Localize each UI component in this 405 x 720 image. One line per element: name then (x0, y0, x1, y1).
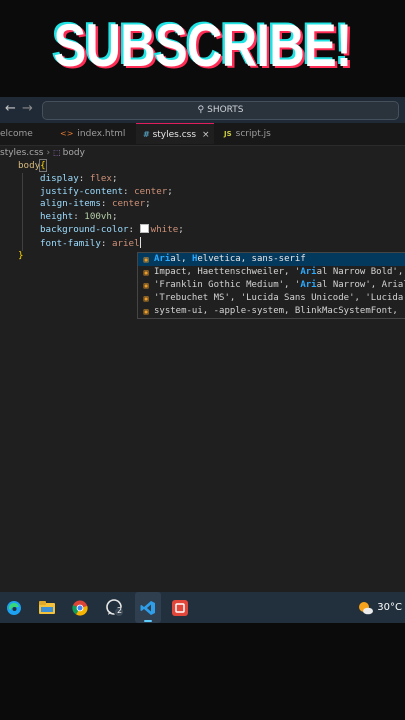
value-icon: ▣ (143, 294, 149, 303)
arrow-right-icon[interactable]: → (22, 101, 33, 116)
tab-label: index.html (77, 129, 126, 139)
code-line-3: justify-content: center; (40, 185, 173, 197)
search-icon: ⚲ (197, 105, 205, 115)
command-center-search[interactable]: ⚲ SHORTS (42, 101, 399, 120)
suggestion-item[interactable]: ▣ Impact, Haettenschweiler, 'Arial Narrow… (138, 266, 405, 279)
command-center-label: SHORTS (207, 105, 244, 115)
value-icon: ▣ (143, 281, 149, 290)
tab-script-js[interactable]: JS script.js (224, 123, 284, 145)
subscribe-text: SUBSCRIBE! (53, 12, 353, 79)
whatsapp-badge: 2 (117, 606, 123, 615)
code-editor-window: ← → ⚲ SHORTS elcome <> index.html # styles.… (0, 97, 405, 592)
vscode-icon[interactable] (135, 592, 161, 623)
code-line-8: } (18, 250, 24, 263)
chrome-icon[interactable] (67, 592, 93, 623)
edge-icon[interactable] (1, 592, 27, 623)
code-line-6: background-color: white; (40, 224, 184, 235)
active-indicator (144, 620, 152, 622)
subscribe-banner: SUBSCRIBE! (0, 0, 405, 97)
value-icon: ▣ (143, 268, 149, 277)
code-line-5: height: 100vh; (40, 211, 118, 223)
temperature: 30°C (377, 602, 402, 613)
code-line-1b: body{ (18, 159, 47, 173)
bottom-padding (0, 623, 405, 720)
tab-label: styles.css (152, 130, 197, 140)
breadcrumb-separator: › (46, 148, 51, 158)
tab-styles-css[interactable]: # styles.css × (136, 123, 214, 144)
code-line-2: display: flex; (40, 172, 118, 184)
breadcrumb-file[interactable]: styles.css (0, 148, 43, 158)
whatsapp-icon[interactable]: 2 (102, 592, 128, 623)
weather-widget[interactable]: 30°C (358, 592, 402, 623)
suggestion-item[interactable]: ▣ 'Franklin Gothic Medium', 'Arial Narrow… (138, 279, 405, 292)
css-file-icon: # (143, 130, 149, 139)
breadcrumb-symbol[interactable]: body (63, 148, 85, 158)
screen-recorder-icon[interactable] (167, 592, 193, 623)
symbol-icon: ⬚ (53, 148, 61, 157)
breadcrumb: styles.css › ⬚ body (0, 146, 85, 160)
html-file-icon: <> (60, 129, 74, 138)
taskbar: 2 30°C (0, 592, 405, 623)
indent-guide (22, 173, 23, 251)
close-icon[interactable]: × (202, 130, 210, 140)
open-brace: { (39, 159, 47, 172)
suggestion-item[interactable]: ▣ 'Trebuchet MS', 'Lucida Sans Unicode', … (138, 292, 405, 305)
tab-welcome[interactable]: elcome (0, 123, 56, 145)
code-line-4: align-items: center; (40, 198, 151, 210)
suggestion-widget: ▣ Arial, Helvetica, sans-serif ▣ Impact, H… (137, 252, 405, 319)
tab-label: script.js (235, 129, 271, 139)
file-explorer-icon[interactable] (34, 592, 60, 623)
editor-tab-bar: elcome <> index.html # styles.css × JS scrip… (0, 123, 405, 146)
value-icon: ▣ (143, 307, 149, 316)
js-file-icon: JS (224, 130, 232, 138)
close-brace: } (18, 249, 24, 261)
suggestion-item[interactable]: ▣ system-ui, -apple-system, BlinkMacSyste… (138, 305, 405, 318)
color-swatch[interactable] (139, 224, 149, 233)
code-line-7: font-family: ariel (40, 236, 141, 249)
text-cursor (139, 236, 141, 248)
arrow-left-icon[interactable]: ← (5, 101, 16, 116)
suggestion-item[interactable]: ▣ Arial, Helvetica, sans-serif (138, 253, 405, 266)
tab-label: elcome (0, 129, 33, 139)
sun-cloud-icon (359, 601, 374, 614)
tab-index-html[interactable]: <> index.html (60, 123, 132, 145)
title-bar: ← → ⚲ SHORTS (0, 97, 405, 123)
value-icon: ▣ (143, 255, 149, 264)
